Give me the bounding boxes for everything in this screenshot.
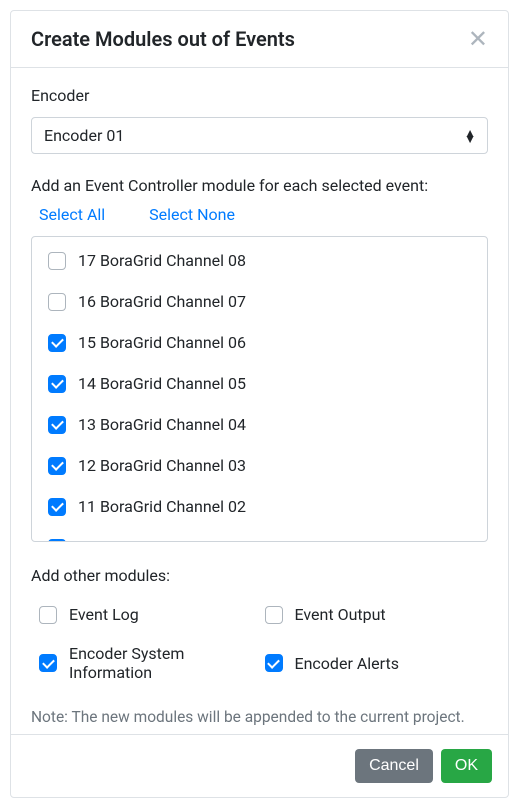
other-module-checkbox[interactable] bbox=[265, 606, 283, 624]
select-none-link[interactable]: Select None bbox=[149, 205, 235, 224]
dialog-header: Create Modules out of Events ✕ bbox=[11, 11, 508, 68]
ok-button[interactable]: OK bbox=[441, 749, 492, 783]
other-module-label: Event Log bbox=[69, 605, 139, 624]
dialog-title: Create Modules out of Events bbox=[31, 27, 295, 51]
other-module-row: Encoder Alerts bbox=[265, 644, 481, 682]
encoder-label: Encoder bbox=[31, 86, 488, 105]
other-modules-grid: Event Log Event Output Encoder System Info… bbox=[31, 593, 488, 696]
other-module-checkbox[interactable] bbox=[265, 654, 283, 672]
event-checkbox[interactable] bbox=[48, 457, 66, 475]
event-label: 13 BoraGrid Channel 04 bbox=[78, 415, 246, 434]
encoder-select-value: Encoder 01 bbox=[31, 117, 488, 154]
event-checkbox[interactable] bbox=[48, 252, 66, 270]
event-label: 17 BoraGrid Channel 08 bbox=[78, 251, 246, 270]
event-row: 15 BoraGrid Channel 06 bbox=[48, 333, 471, 352]
event-checkbox[interactable] bbox=[48, 375, 66, 393]
footer-note: Note: The new modules will be appended t… bbox=[31, 708, 488, 726]
event-row: 16 BoraGrid Channel 07 bbox=[48, 292, 471, 311]
other-module-row: Event Output bbox=[265, 605, 481, 624]
other-module-checkbox[interactable] bbox=[39, 606, 57, 624]
other-module-label: Event Output bbox=[295, 605, 386, 624]
other-module-row: Encoder System Information bbox=[39, 644, 255, 682]
dialog-footer: Cancel OK bbox=[11, 734, 508, 797]
event-row: 12 BoraGrid Channel 03 bbox=[48, 456, 471, 475]
encoder-select[interactable]: Encoder 01 ▲▼ bbox=[31, 117, 488, 154]
event-label: 10 BoraGrid Channel 01 bbox=[78, 538, 246, 542]
event-label: 16 BoraGrid Channel 07 bbox=[78, 292, 246, 311]
close-icon[interactable]: ✕ bbox=[468, 27, 488, 51]
event-checkbox[interactable] bbox=[48, 334, 66, 352]
events-heading: Add an Event Controller module for each … bbox=[31, 176, 488, 195]
event-label: 15 BoraGrid Channel 06 bbox=[78, 333, 246, 352]
cancel-button[interactable]: Cancel bbox=[355, 749, 433, 783]
event-label: 14 BoraGrid Channel 05 bbox=[78, 374, 246, 393]
events-listbox[interactable]: 17 BoraGrid Channel 08 16 BoraGrid Channe… bbox=[31, 236, 488, 542]
event-row: 13 BoraGrid Channel 04 bbox=[48, 415, 471, 434]
event-label: 11 BoraGrid Channel 02 bbox=[78, 497, 246, 516]
other-module-label: Encoder Alerts bbox=[295, 654, 399, 673]
event-checkbox[interactable] bbox=[48, 539, 66, 543]
event-row: 17 BoraGrid Channel 08 bbox=[48, 251, 471, 270]
event-label: 12 BoraGrid Channel 03 bbox=[78, 456, 246, 475]
other-modules-heading: Add other modules: bbox=[31, 566, 488, 585]
select-links-row: Select All Select None bbox=[31, 203, 488, 228]
event-checkbox[interactable] bbox=[48, 416, 66, 434]
event-checkbox[interactable] bbox=[48, 498, 66, 516]
other-module-label: Encoder System Information bbox=[69, 644, 255, 682]
create-modules-dialog: Create Modules out of Events ✕ Encoder E… bbox=[10, 10, 509, 798]
event-row: 14 BoraGrid Channel 05 bbox=[48, 374, 471, 393]
other-module-checkbox[interactable] bbox=[39, 654, 57, 672]
event-row: 10 BoraGrid Channel 01 bbox=[48, 538, 471, 542]
other-module-row: Event Log bbox=[39, 605, 255, 624]
dialog-body: Encoder Encoder 01 ▲▼ Add an Event Contr… bbox=[11, 68, 508, 734]
event-checkbox[interactable] bbox=[48, 293, 66, 311]
event-row: 11 BoraGrid Channel 02 bbox=[48, 497, 471, 516]
select-all-link[interactable]: Select All bbox=[39, 205, 105, 224]
